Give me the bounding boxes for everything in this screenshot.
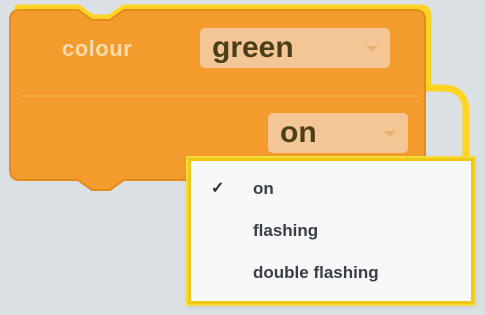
colour-dropdown-value: green bbox=[212, 31, 294, 64]
state-dropdown-menu: ✓ on flashing double flashing bbox=[188, 158, 474, 304]
menu-item-flashing[interactable]: flashing bbox=[191, 213, 471, 249]
state-dropdown[interactable]: on bbox=[268, 113, 408, 153]
state-dropdown-value: on bbox=[280, 116, 317, 149]
chevron-down-icon bbox=[366, 46, 378, 52]
check-icon: ✓ bbox=[211, 180, 225, 197]
chevron-down-icon bbox=[384, 131, 396, 137]
menu-item-label: on bbox=[253, 179, 274, 198]
block-label: colour bbox=[62, 36, 133, 61]
menu-item-on[interactable]: ✓ on bbox=[191, 171, 471, 207]
menu-item-label: double flashing bbox=[253, 263, 379, 282]
menu-item-double-flashing[interactable]: double flashing bbox=[191, 255, 471, 291]
colour-dropdown[interactable]: green bbox=[200, 28, 390, 68]
menu-item-label: flashing bbox=[253, 221, 319, 240]
